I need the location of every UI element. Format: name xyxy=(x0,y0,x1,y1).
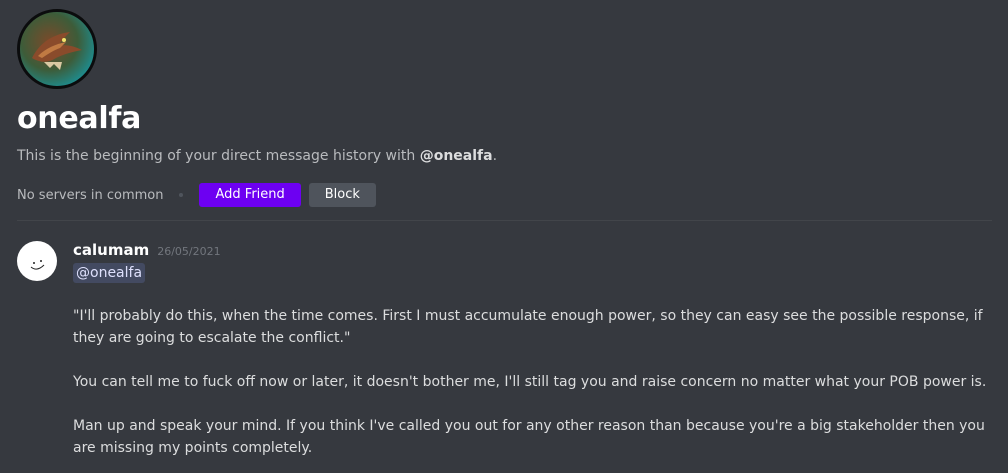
message-paragraph: "I'll probably do this, when the time co… xyxy=(73,308,983,346)
user-mention[interactable]: @onealfa xyxy=(73,263,146,283)
add-friend-button[interactable]: Add Friend xyxy=(199,183,301,207)
message-paragraph: You can tell me to fuck off now or later… xyxy=(73,374,987,390)
dragon-avatar[interactable] xyxy=(17,9,97,89)
history-suffix: . xyxy=(492,148,498,164)
profile-username: onealfa xyxy=(17,101,142,136)
block-button[interactable]: Block xyxy=(308,183,376,207)
message-paragraph: Man up and speak your mind. If you think… xyxy=(73,418,985,456)
history-intro-text: This is the beginning of your direct mes… xyxy=(17,147,992,165)
smiley-avatar-icon xyxy=(30,260,45,270)
smiley-avatar[interactable] xyxy=(17,241,57,281)
header-divider xyxy=(17,220,992,221)
dm-profile-header: onealfa This is the beginning of your di… xyxy=(17,9,992,207)
message-body: calumam 26/05/2021 @onealfa "I'll probab… xyxy=(73,241,1003,459)
history-mention: @onealfa xyxy=(419,148,493,164)
no-servers-label: No servers in common xyxy=(17,187,164,203)
message-header: calumam 26/05/2021 xyxy=(73,241,1003,261)
separator-dot xyxy=(179,193,184,197)
message-timestamp: 26/05/2021 xyxy=(157,245,221,258)
dragon-avatar-icon xyxy=(32,32,82,70)
message-author[interactable]: calumam xyxy=(73,241,149,259)
profile-actions: No servers in common Add Friend Block xyxy=(17,183,992,207)
history-prefix: This is the beginning of your direct mes… xyxy=(17,148,420,164)
